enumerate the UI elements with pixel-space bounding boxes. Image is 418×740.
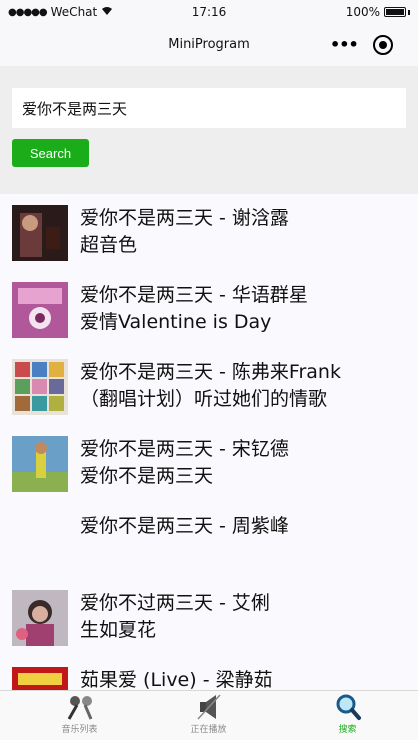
song-title: 爱你不是两三天 - 周紫峰 [80, 515, 289, 537]
tab-label: 搜索 [338, 725, 357, 735]
battery-status: 100% [346, 5, 410, 19]
search-panel: Search [0, 66, 418, 194]
list-item[interactable]: 爱你不是两三天 - 宋钇德 爱你不是两三天 [0, 425, 418, 502]
song-title: 茹果爱 (Live) - 梁静茹 [80, 669, 273, 690]
song-title: 爱你不过两三天 - 艾俐 [80, 592, 270, 614]
song-title: 爱你不是两三天 - 谢浛露 [80, 207, 289, 229]
list-item[interactable]: 茹果爱 (Live) - 梁静茹 [0, 656, 418, 690]
more-options-icon[interactable]: ••• [330, 35, 359, 54]
list-item[interactable]: 爱你不是两三天 - 华语群星 爱情Valentine is Day [0, 271, 418, 348]
album-name: 爱你不是两三天 [80, 465, 214, 487]
list-item[interactable]: 爱你不是两三天 - 陈弗来Frank （翻唱计划）听过她们的情歌 [0, 348, 418, 425]
result-list: 爱你不是两三天 - 谢浛露 超音色 爱你不是两三天 - 华语群星 爱情Valen… [0, 194, 418, 690]
song-title: 爱你不是两三天 - 陈弗来Frank [80, 361, 341, 383]
magnifier-icon [333, 693, 363, 721]
song-title: 爱你不是两三天 - 华语群星 [80, 284, 308, 306]
list-item[interactable]: 爱你不是两三天 - 谢浛露 超音色 [0, 194, 418, 271]
album-cover-icon [12, 590, 68, 646]
album-cover-icon [12, 436, 68, 492]
tab-label: 正在播放 [190, 725, 227, 735]
list-item[interactable]: 爱你不过两三天 - 艾俐 生如夏花 [0, 579, 418, 656]
close-target-icon[interactable] [373, 35, 393, 55]
album-name: 生如夏花 [80, 619, 157, 641]
search-button[interactable]: Search [12, 139, 89, 167]
speaker-icon [194, 693, 224, 721]
tab-now-playing[interactable]: 正在播放 [139, 693, 278, 739]
battery-icon [384, 7, 406, 17]
tab-music-list[interactable]: 音乐列表 [10, 693, 149, 739]
battery-percent: 100% [345, 5, 380, 19]
album-cover-icon [12, 667, 68, 690]
album-cover-icon [12, 282, 68, 338]
list-item[interactable]: 爱你不是两三天 - 周紫峰 [0, 502, 418, 579]
tab-search[interactable]: 搜索 [278, 693, 417, 739]
album-name: （翻唱计划）听过她们的情歌 [80, 388, 328, 410]
search-input[interactable] [12, 88, 406, 128]
album-cover-icon [12, 359, 68, 415]
album-cover-icon [12, 205, 68, 261]
album-name: 超音色 [80, 234, 138, 256]
album-name: 爱情Valentine is Day [80, 311, 272, 333]
tab-bar: 音乐列表 正在播放 搜索 [0, 690, 418, 740]
tab-label: 音乐列表 [61, 725, 98, 735]
microphone-icon [65, 693, 95, 721]
status-bar: ●●●●● WeChat 17:16 100% [0, 0, 418, 26]
song-title: 爱你不是两三天 - 宋钇德 [80, 438, 289, 460]
nav-bar: MiniProgram ••• [0, 26, 418, 66]
